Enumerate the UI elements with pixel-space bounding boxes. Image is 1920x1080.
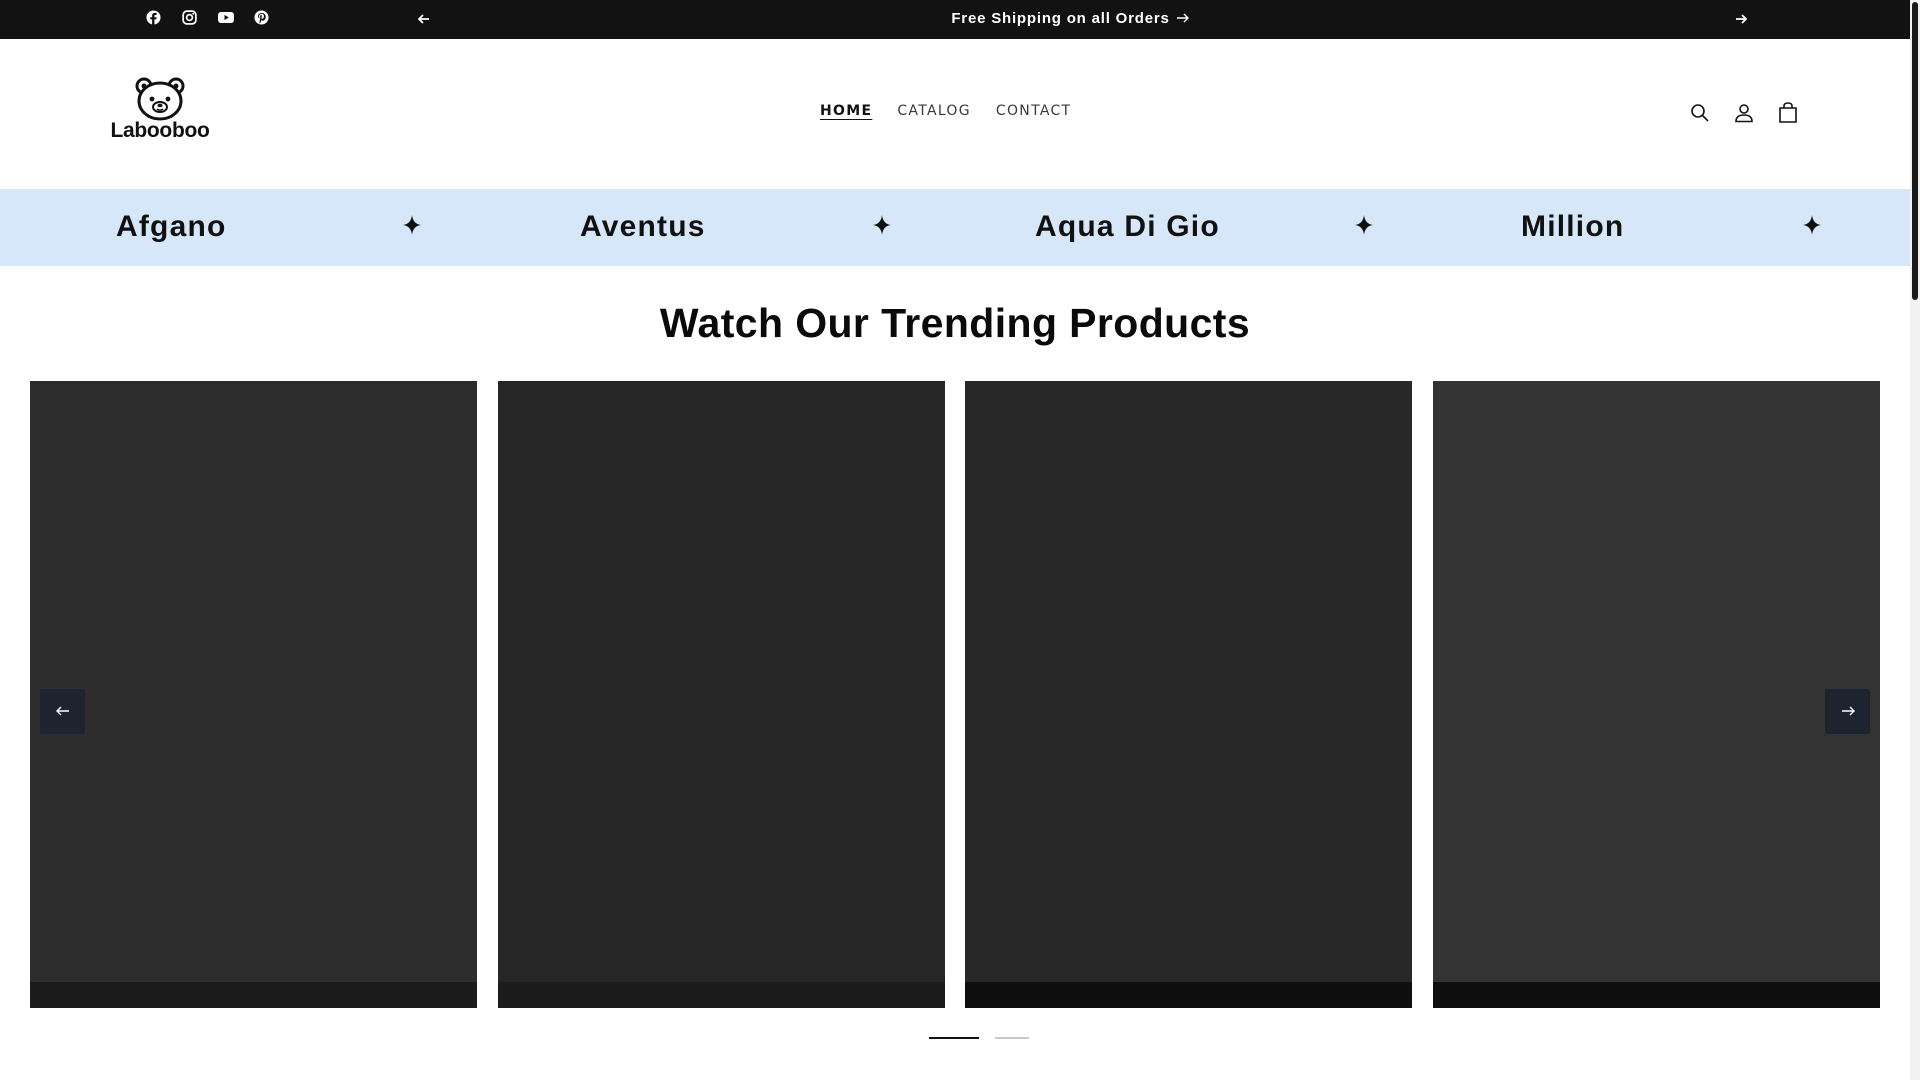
video-footer	[30, 982, 477, 1008]
sparkle-icon	[402, 213, 422, 237]
search-icon[interactable]	[1688, 101, 1712, 125]
arrow-right-icon	[1841, 703, 1855, 721]
announcement-link[interactable]: Free Shipping on all Orders	[0, 10, 1920, 27]
product-video-card[interactable]	[498, 381, 945, 1008]
video-footer	[1433, 982, 1880, 1008]
marquee-item: Afgano	[116, 210, 227, 243]
logo[interactable]: Labooboo	[110, 77, 210, 143]
scrollbar-thumb[interactable]	[1912, 2, 1918, 300]
sparkle-icon	[872, 213, 892, 237]
product-video-card[interactable]	[1433, 381, 1880, 1008]
cart-icon[interactable]	[1776, 101, 1800, 125]
announcement-bar: Free Shipping on all Orders	[0, 0, 1910, 39]
video-footer	[965, 982, 1412, 1008]
nav-catalog[interactable]: CATALOG	[897, 103, 971, 119]
account-icon[interactable]	[1732, 101, 1756, 125]
marquee-item: Million	[1521, 210, 1625, 243]
page-scrollbar[interactable]	[1910, 0, 1920, 1080]
slider-pagination	[929, 1037, 1029, 1039]
product-video-card[interactable]	[30, 381, 477, 1008]
video-media[interactable]	[498, 381, 945, 982]
product-video-card[interactable]	[965, 381, 1412, 1008]
marquee-strip: Afgano Aventus Aqua Di Gio Million	[0, 189, 1910, 266]
video-media[interactable]	[965, 381, 1412, 982]
slider-dot[interactable]	[995, 1037, 1029, 1039]
sparkle-icon	[1354, 213, 1374, 237]
slider-prev-button[interactable]	[40, 689, 85, 734]
main-nav: HOME CATALOG CONTACT	[820, 103, 1071, 119]
bear-logo-icon	[135, 77, 185, 121]
video-footer	[498, 982, 945, 1008]
arrow-left-icon	[55, 703, 70, 721]
site-header: Labooboo HOME CATALOG CONTACT	[0, 39, 1910, 189]
marquee-item: Aqua Di Gio	[1035, 210, 1220, 243]
video-media[interactable]	[30, 381, 477, 982]
section-title: Watch Our Trending Products	[659, 300, 1251, 346]
slider-dot[interactable]	[929, 1037, 979, 1039]
video-media[interactable]	[1433, 381, 1880, 982]
slider-next-button[interactable]	[1825, 689, 1870, 734]
nav-contact[interactable]: CONTACT	[996, 103, 1072, 119]
announcement-next-button[interactable]	[1731, 9, 1751, 29]
arrow-right-icon	[1176, 10, 1189, 27]
marquee-item: Aventus	[580, 210, 706, 243]
sparkle-icon	[1802, 213, 1822, 237]
announcement-text: Free Shipping on all Orders	[951, 10, 1170, 27]
logo-text: Labooboo	[110, 119, 210, 142]
header-actions	[1688, 101, 1800, 125]
nav-home[interactable]: HOME	[820, 103, 872, 119]
